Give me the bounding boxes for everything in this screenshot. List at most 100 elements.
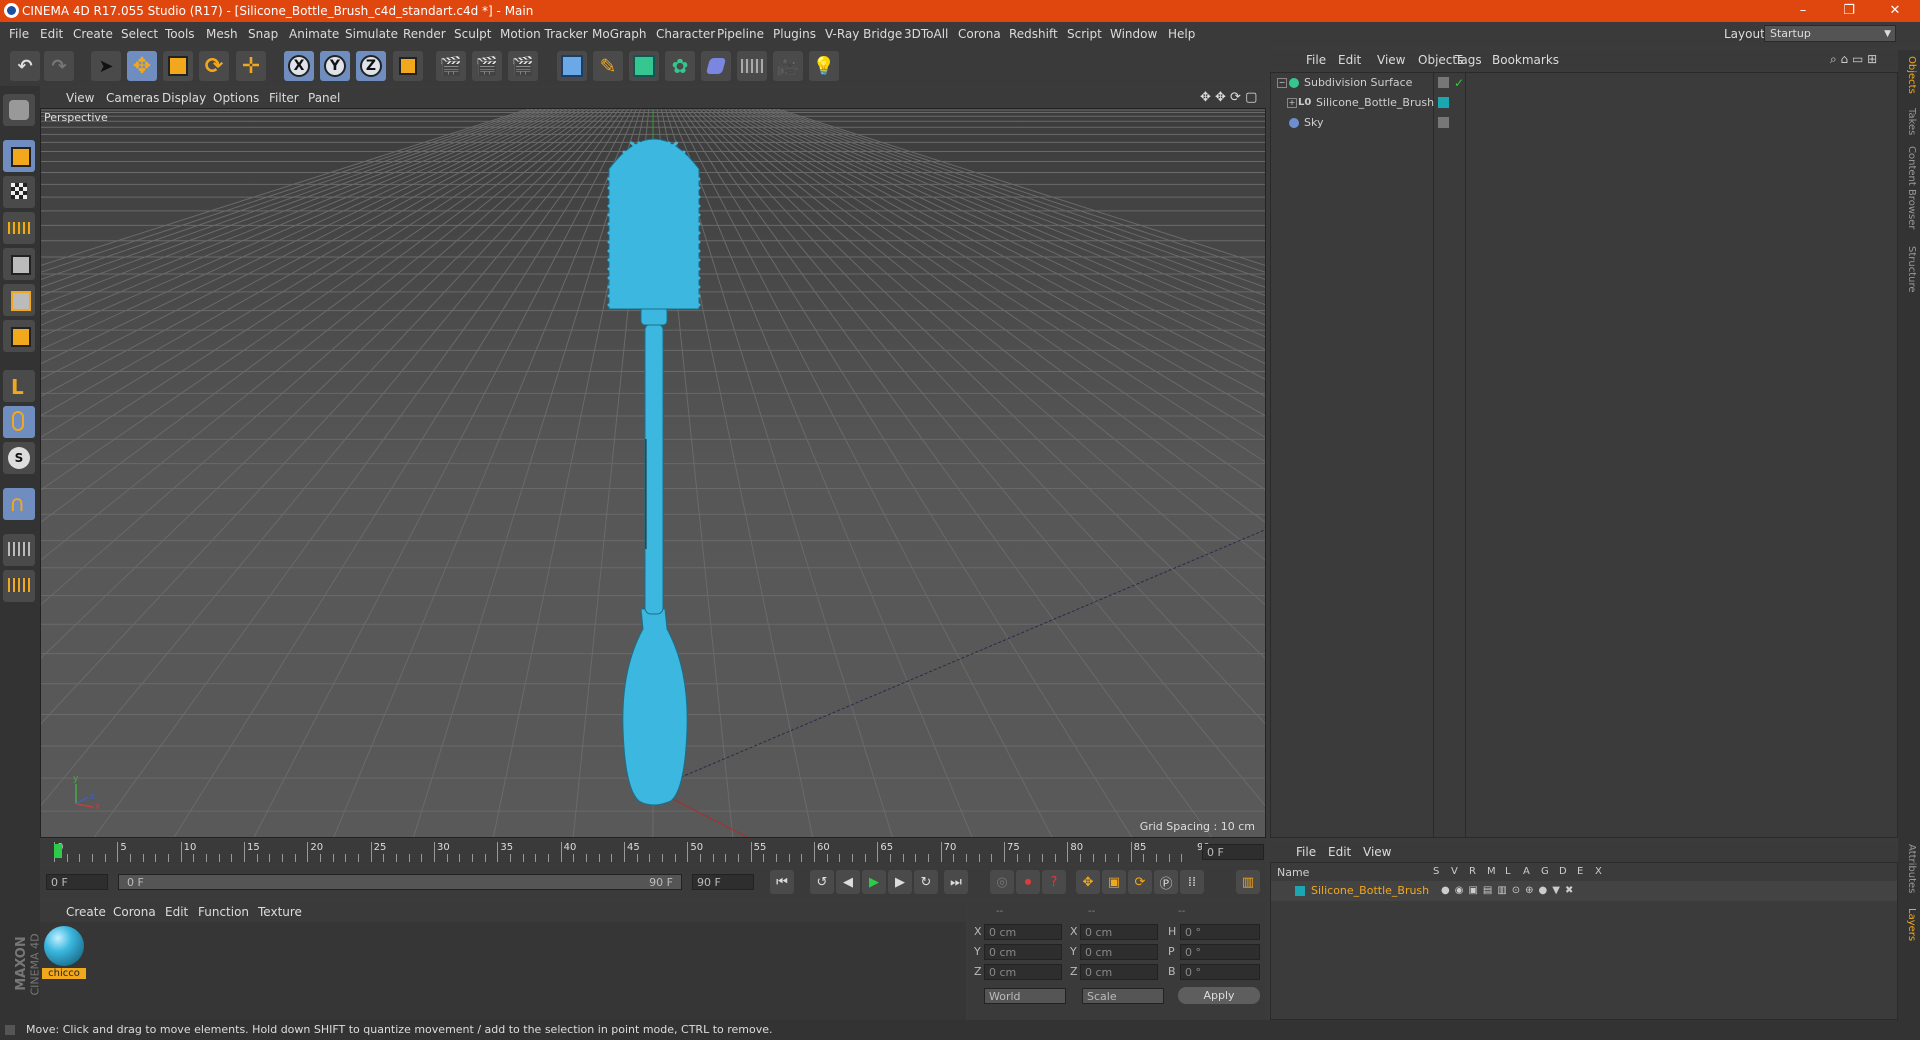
key-pla-button[interactable]: ⁞⁞ [1180, 870, 1204, 894]
menu-redshift[interactable]: Redshift [1009, 27, 1058, 41]
menu-simulate[interactable]: Simulate [345, 27, 398, 41]
layer-menu-file[interactable]: File [1296, 845, 1316, 859]
x-axis-lock-button[interactable]: X [284, 51, 314, 81]
coord-rotation-field[interactable]: 0 ° [1180, 924, 1260, 940]
tweak-mode-button[interactable] [3, 406, 35, 438]
viewport-menu-filter[interactable]: Filter [269, 91, 299, 105]
object-row-bottle-brush[interactable]: + L0 Silicone_Bottle_Brush [1271, 93, 1897, 113]
coord-rotation-field[interactable]: 0 ° [1180, 964, 1260, 980]
layout-select[interactable]: Startup ▼ [1764, 25, 1896, 42]
floor-button[interactable] [737, 51, 767, 81]
viewport-menu-options[interactable]: Options [213, 91, 259, 105]
menu-sculpt[interactable]: Sculpt [454, 27, 491, 41]
next-key-button[interactable]: ↻ [914, 870, 938, 894]
autokey-button[interactable]: ? [1042, 870, 1066, 894]
viewport-menu-display[interactable]: Display [162, 91, 206, 105]
material-menu-texture[interactable]: Texture [258, 905, 302, 919]
tab-objects[interactable]: Objects [1901, 56, 1917, 94]
object-menu-edit[interactable]: Edit [1338, 53, 1361, 67]
menu-corona[interactable]: Corona [958, 27, 1001, 41]
menu-3dtoall[interactable]: 3DToAll [904, 27, 948, 41]
coord-position-field[interactable]: 0 cm [984, 944, 1062, 960]
menu-window[interactable]: Window [1110, 27, 1157, 41]
y-axis-lock-button[interactable]: Y [320, 51, 350, 81]
menu-select[interactable]: Select [121, 27, 158, 41]
grid-snap-button[interactable] [3, 570, 35, 602]
coord-rotation-field[interactable]: 0 ° [1180, 944, 1260, 960]
magnet-snap-button[interactable]: ∩ [3, 488, 35, 520]
render-settings-button[interactable]: 🎬 [508, 51, 538, 81]
3d-viewport[interactable]: y x z Perspective Grid Spacing : 10 cm [40, 108, 1266, 838]
preview-range-slider[interactable]: 0 F 90 F [118, 874, 682, 890]
polygons-mode-button[interactable] [3, 320, 35, 352]
material-menu-function[interactable]: Function [198, 905, 249, 919]
menu-edit[interactable]: Edit [40, 27, 63, 41]
object-menu-file[interactable]: File [1306, 53, 1326, 67]
edges-mode-button[interactable] [3, 284, 35, 316]
menu-pipeline[interactable]: Pipeline [717, 27, 764, 41]
axis-mode-button[interactable]: L [3, 370, 35, 402]
object-menu-view[interactable]: View [1377, 53, 1405, 67]
layer-row[interactable]: Silicone_Bottle_Brush ●◉▣▤▥⊙⊕●▼✖ [1271, 881, 1897, 901]
camera-button[interactable]: 🎥 [773, 51, 803, 81]
texture-mode-button[interactable] [3, 176, 35, 208]
key-scale-button[interactable]: ▣ [1102, 870, 1126, 894]
menu-mograph[interactable]: MoGraph [592, 27, 647, 41]
render-view-button[interactable]: 🎬 [436, 51, 466, 81]
layer-menu-view[interactable]: View [1363, 845, 1391, 859]
object-row-subdivision[interactable]: − Subdivision Surface ✓ [1271, 73, 1897, 93]
key-position-button[interactable]: ✥ [1076, 870, 1100, 894]
play-button[interactable]: ▶ [862, 870, 886, 894]
material-swatch[interactable]: chicco [42, 926, 86, 986]
prev-key-button[interactable]: ↺ [810, 870, 834, 894]
tab-structure[interactable]: Structure [1901, 246, 1917, 293]
rotate-tool-button[interactable]: ⟳ [199, 51, 229, 81]
record-button[interactable]: ⏺ [1016, 870, 1040, 894]
menu-motion-tracker[interactable]: Motion Tracker [500, 27, 588, 41]
layer-flag-icons[interactable]: ●◉▣▤▥⊙⊕●▼✖ [1441, 881, 1578, 901]
minimize-button[interactable]: – [1780, 0, 1826, 22]
menu-snap[interactable]: Snap [248, 27, 278, 41]
points-mode-button[interactable] [3, 248, 35, 280]
menu-help[interactable]: Help [1168, 27, 1195, 41]
prev-frame-button[interactable]: ◀ [836, 870, 860, 894]
end-frame-field[interactable]: 90 F [692, 874, 754, 890]
material-menu-create[interactable]: Create [66, 905, 106, 919]
render-picture-viewer-button[interactable]: 🎬 [472, 51, 502, 81]
current-frame-field[interactable]: 0 F [1202, 844, 1264, 860]
close-button[interactable]: ✕ [1872, 0, 1918, 22]
move-tool-button[interactable]: ✥ [127, 51, 157, 81]
object-menu-tags[interactable]: Tags [1455, 53, 1482, 67]
redo-button[interactable]: ↷ [44, 51, 74, 81]
subdivision-surface-button[interactable] [629, 51, 659, 81]
coord-size-field[interactable]: 0 cm [1080, 924, 1158, 940]
go-to-end-button[interactable]: ⏭ [944, 870, 968, 894]
menu-vray-bridge[interactable]: V-Ray Bridge [825, 27, 902, 41]
coord-mode-select[interactable]: World [984, 988, 1066, 1004]
live-selection-button[interactable]: ➤ [91, 51, 121, 81]
layer-menu-edit[interactable]: Edit [1328, 845, 1351, 859]
tab-layers[interactable]: Layers [1901, 908, 1917, 941]
enabled-check-icon[interactable]: ✓ [1454, 73, 1464, 93]
coord-scale-select[interactable]: Scale [1082, 988, 1164, 1004]
menu-character[interactable]: Character [656, 27, 715, 41]
menu-create[interactable]: Create [73, 27, 113, 41]
apply-button[interactable]: Apply [1178, 987, 1260, 1004]
menu-animate[interactable]: Animate [289, 27, 339, 41]
tab-takes[interactable]: Takes [1901, 108, 1917, 135]
workplane-lock-button[interactable] [3, 534, 35, 566]
tab-attributes[interactable]: Attributes [1901, 844, 1917, 893]
model-mode-button[interactable] [3, 140, 35, 172]
start-frame-field[interactable]: 0 F [46, 874, 108, 890]
z-axis-lock-button[interactable]: Z [356, 51, 386, 81]
menu-mesh[interactable]: Mesh [206, 27, 238, 41]
key-rotation-button[interactable]: ⟳ [1128, 870, 1152, 894]
menu-render[interactable]: Render [403, 27, 446, 41]
record-disabled-button[interactable]: ◎ [990, 870, 1014, 894]
scale-tool-button[interactable] [163, 51, 193, 81]
cube-object-button[interactable] [557, 51, 587, 81]
timeline-ruler[interactable]: 051015202530354045505560657075808590 0 F [40, 840, 1266, 864]
object-manager-tools-icons[interactable]: ⌕ ⌂ ▭ ⊞ [1830, 52, 1877, 67]
workplane-mode-button[interactable] [3, 212, 35, 244]
menu-file[interactable]: File [9, 27, 29, 41]
